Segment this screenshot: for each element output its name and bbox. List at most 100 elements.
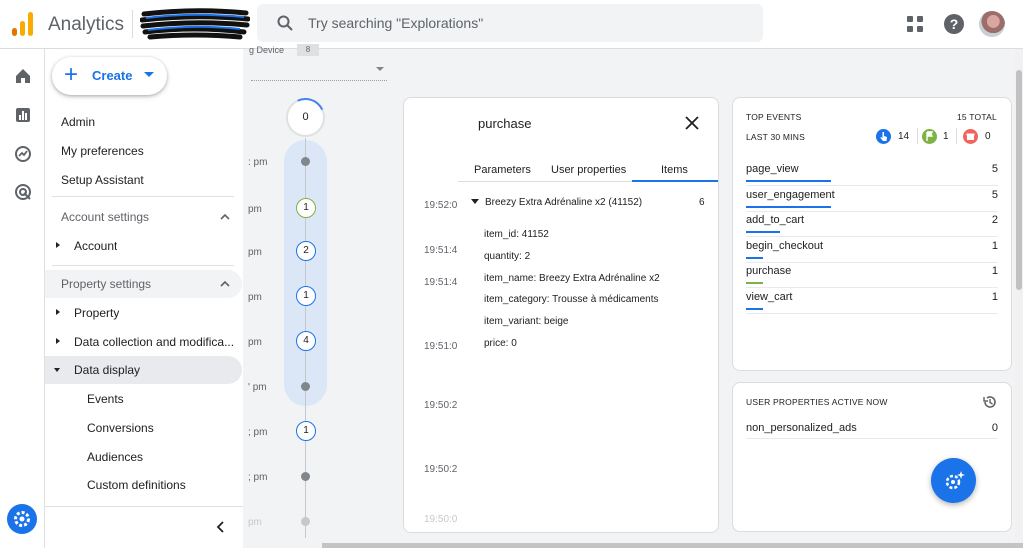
chevron-left-icon[interactable] — [215, 521, 227, 533]
timeline-dot[interactable] — [301, 517, 310, 526]
menu-property-label: Property — [74, 306, 120, 320]
menu-conversions[interactable]: Conversions — [45, 414, 242, 442]
gift-icon — [963, 129, 978, 144]
gift-count: 0 — [985, 131, 991, 142]
user-property-row[interactable]: non_personalized_ads 0 — [746, 417, 998, 439]
history-icon[interactable] — [982, 394, 998, 410]
timeline-time-label: pm — [248, 337, 262, 348]
timeline-event-node[interactable]: 4 — [296, 331, 316, 351]
active-tab-indicator — [632, 180, 718, 182]
search-bar[interactable]: Try searching "Explorations" — [257, 4, 763, 42]
menu-account[interactable]: Account — [45, 232, 242, 260]
chevron-up-icon — [220, 213, 230, 220]
chevron-up-icon — [220, 280, 230, 287]
user-properties-heading: USER PROPERTIES ACTIVE NOW — [746, 397, 888, 407]
item-property: item_category: Trousse à médicaments — [484, 294, 659, 305]
search-icon — [277, 15, 293, 31]
help-icon[interactable]: ? — [942, 12, 966, 36]
menu-audiences[interactable]: Audiences — [45, 443, 242, 471]
apps-grid-icon[interactable] — [903, 12, 927, 36]
event-name: user_engagement — [746, 188, 835, 201]
menu-data-collection[interactable]: Data collection and modifica... — [45, 328, 242, 356]
menu-setup-assistant-label: Setup Assistant — [61, 173, 144, 187]
sparkle-settings-icon — [945, 471, 965, 490]
timeline-time-label: ; pm — [248, 427, 268, 438]
reports-icon[interactable] — [13, 105, 33, 125]
item-header[interactable]: Breezy Extra Adrénaline x2 (41152) — [471, 197, 642, 208]
device-dropdown-icon[interactable] — [376, 67, 384, 71]
event-title: purchase — [478, 116, 532, 131]
top-event-row[interactable]: view_cart 1 — [746, 288, 998, 314]
redacted-account-name[interactable] — [140, 6, 250, 42]
close-icon[interactable] — [685, 116, 699, 130]
menu-setup-assistant[interactable]: Setup Assistant — [45, 166, 242, 194]
analytics-logo[interactable] — [12, 12, 34, 36]
timeline-time-label: pm — [248, 204, 262, 215]
top-events-period: LAST 30 MINS — [746, 132, 805, 142]
event-count: 1 — [991, 265, 998, 278]
create-button[interactable]: + Create — [52, 57, 167, 95]
menu-custom-definitions[interactable]: Custom definitions — [45, 471, 242, 499]
top-event-row[interactable]: purchase 1 — [746, 262, 998, 289]
timeline-dot[interactable] — [301, 382, 310, 391]
event-time: 19:50:0 — [424, 514, 458, 525]
timeline-time-label: ' pm — [248, 382, 267, 393]
menu-events[interactable]: Events — [45, 385, 242, 413]
avatar[interactable] — [979, 11, 1005, 37]
item-property: quantity: 2 — [484, 251, 531, 262]
event-name: add_to_cart — [746, 214, 805, 227]
explore-icon[interactable] — [13, 144, 33, 164]
flag-icon — [922, 129, 937, 144]
timeline-time-label: pm — [248, 247, 262, 258]
property-settings-header[interactable]: Property settings — [45, 270, 242, 298]
touch-count: 14 — [898, 131, 910, 142]
timeline-event-node[interactable]: 2 — [296, 241, 316, 261]
top-event-row[interactable]: page_view 5 — [746, 160, 998, 186]
menu-my-preferences-label: My preferences — [61, 144, 144, 158]
event-count: 2 — [991, 214, 998, 227]
event-name: purchase — [746, 265, 792, 278]
account-settings-header[interactable]: Account settings — [45, 203, 242, 231]
event-share-bar — [746, 256, 763, 259]
timeline-top-counter[interactable]: 0 — [280, 92, 331, 143]
timeline-event-node[interactable]: 1 — [296, 198, 316, 218]
menu-property[interactable]: Property — [45, 299, 242, 327]
menu-admin[interactable]: Admin — [45, 108, 242, 136]
timeline-event-node[interactable]: 1 — [296, 421, 316, 441]
event-time: 19:51:4 — [424, 277, 458, 288]
menu-my-preferences[interactable]: My preferences — [45, 137, 242, 165]
timeline-dot[interactable] — [301, 472, 310, 481]
menu-audiences-label: Audiences — [87, 450, 144, 464]
event-time: 19:51:0 — [424, 341, 458, 352]
gear-icon — [14, 511, 30, 527]
event-time: 19:50:2 — [424, 464, 458, 475]
top-event-row[interactable]: add_to_cart 2 — [746, 211, 998, 238]
admin-settings-button[interactable] — [7, 504, 37, 534]
insights-button[interactable] — [931, 458, 976, 503]
event-time: 19:50:2 — [424, 400, 458, 411]
top-events-total: 15 TOTAL — [957, 112, 997, 122]
top-event-row[interactable]: begin_checkout 1 — [746, 237, 998, 263]
advertising-icon[interactable] — [13, 182, 33, 202]
menu-divider — [52, 265, 234, 266]
top-event-row[interactable]: user_engagement 5 — [746, 186, 998, 212]
event-count: 5 — [991, 163, 998, 175]
event-name: begin_checkout — [746, 239, 824, 252]
menu-divider — [52, 196, 234, 197]
vertical-scrollbar[interactable] — [1016, 70, 1022, 290]
property-settings-label: Property settings — [61, 277, 152, 291]
timeline-dot[interactable] — [301, 157, 310, 166]
device-count-badge: 8 — [297, 44, 319, 56]
collapse-arrow-icon — [471, 199, 479, 204]
home-icon[interactable] — [13, 66, 33, 86]
timeline-event-node[interactable]: 1 — [296, 286, 316, 306]
item-property: item_id: 41152 — [484, 229, 549, 240]
tab-items[interactable]: Items — [661, 164, 688, 176]
user-property-name: non_personalized_ads — [746, 422, 857, 434]
menu-data-display[interactable]: Data display — [45, 356, 242, 384]
event-name: view_cart — [746, 291, 793, 303]
event-count: 5 — [991, 188, 998, 201]
tab-parameters[interactable]: Parameters — [474, 164, 531, 176]
horizontal-scrollbar[interactable] — [322, 543, 1023, 548]
tab-user-properties[interactable]: User properties — [551, 164, 626, 176]
